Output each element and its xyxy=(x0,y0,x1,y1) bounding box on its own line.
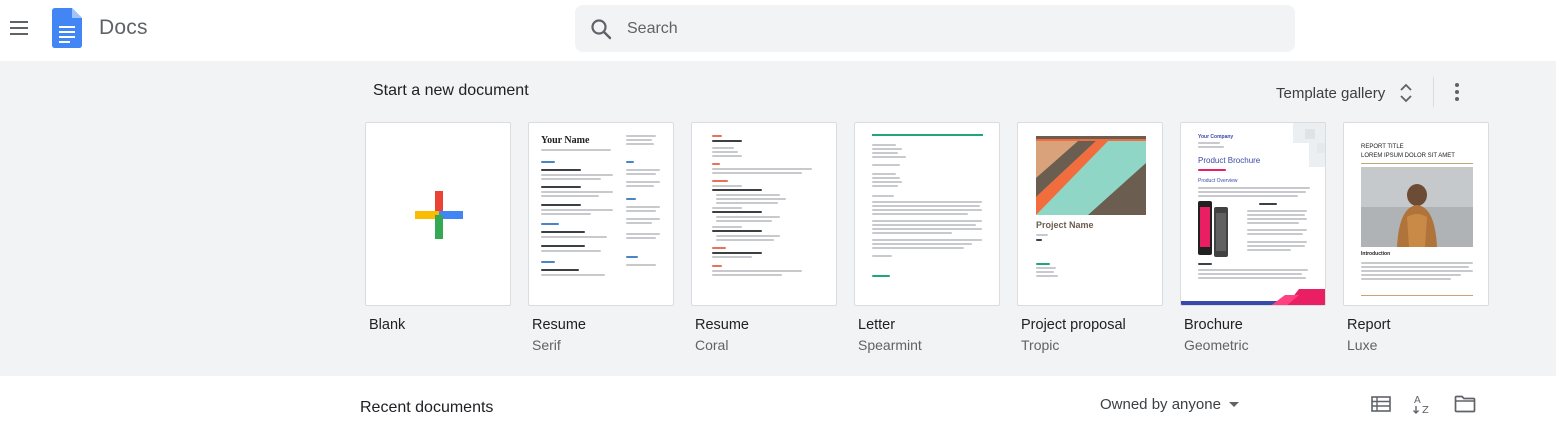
template-card-blank[interactable]: Blank xyxy=(365,122,511,337)
owner-filter-dropdown[interactable]: Owned by anyone xyxy=(1094,392,1245,416)
search-bar[interactable] xyxy=(575,5,1295,52)
app-title[interactable]: Docs xyxy=(99,16,148,40)
template-thumbnail[interactable]: Your Company Product Brochure Product Ov… xyxy=(1180,122,1326,306)
folder-icon xyxy=(1454,395,1476,413)
template-subtitle: Luxe xyxy=(1347,337,1378,353)
brochure-overview: Product Overview xyxy=(1198,178,1238,184)
template-thumbnail[interactable] xyxy=(854,122,1000,306)
template-name: Resume xyxy=(695,317,749,333)
template-card-project-proposal[interactable]: Project Name Project proposal Tropic xyxy=(1017,122,1163,353)
section-title: Start a new document xyxy=(373,82,529,99)
app-header: Docs xyxy=(0,0,1556,61)
template-card-letter[interactable]: Letter Spearmint xyxy=(854,122,1000,353)
more-vert-icon xyxy=(1455,83,1459,101)
template-name: Project proposal xyxy=(1021,317,1126,333)
template-thumbnail[interactable]: Project Name xyxy=(1017,122,1163,306)
search-icon[interactable] xyxy=(589,17,613,41)
template-card-resume-coral[interactable]: Resume Coral xyxy=(691,122,837,353)
folder-picker-button[interactable] xyxy=(1453,392,1477,416)
tropic-art-icon xyxy=(1036,136,1146,215)
template-card-resume-serif[interactable]: Your Name Resume Serif xyxy=(528,122,674,353)
template-name: Brochure xyxy=(1184,317,1243,333)
sort-button[interactable]: A Z xyxy=(1411,392,1435,416)
resume-heading: Your Name xyxy=(541,135,590,146)
template-thumbnail[interactable] xyxy=(691,122,837,306)
accent-line xyxy=(1361,163,1473,164)
recent-documents-title: Recent documents xyxy=(360,399,494,416)
sort-az-icon: A Z xyxy=(1413,395,1429,415)
template-subtitle: Serif xyxy=(532,337,561,353)
template-card-report[interactable]: REPORT TITLE LOREM IPSUM DOLOR SIT AMET … xyxy=(1343,122,1489,353)
template-name: Blank xyxy=(369,317,406,333)
search-input[interactable] xyxy=(627,5,1267,52)
accent-line xyxy=(872,134,983,136)
main-menu-button[interactable] xyxy=(6,14,32,42)
report-heading: REPORT TITLE xyxy=(1361,144,1404,150)
plus-icon xyxy=(415,191,463,239)
template-name: Letter xyxy=(858,317,896,333)
svg-text:Z: Z xyxy=(1422,405,1429,415)
caret-down-icon xyxy=(1228,401,1239,407)
menu-icon xyxy=(10,21,28,35)
template-name: Report xyxy=(1347,317,1391,333)
report-photo-icon xyxy=(1361,167,1473,247)
more-options-button[interactable] xyxy=(1444,77,1470,107)
svg-text:A: A xyxy=(1414,395,1421,406)
list-view-icon xyxy=(1371,396,1391,412)
template-subtitle: Coral xyxy=(695,337,729,353)
template-band: Start a new document Template gallery Bl… xyxy=(0,61,1556,376)
report-subheading: LOREM IPSUM DOLOR SIT AMET xyxy=(1361,153,1455,159)
brochure-heading: Product Brochure xyxy=(1198,156,1261,165)
divider xyxy=(1433,77,1434,107)
template-subtitle: Spearmint xyxy=(858,337,922,353)
template-gallery-button[interactable]: Template gallery xyxy=(1268,78,1426,108)
owner-filter-label: Owned by anyone xyxy=(1100,395,1221,413)
template-thumbnail[interactable]: REPORT TITLE LOREM IPSUM DOLOR SIT AMET … xyxy=(1343,122,1489,306)
report-intro: Introduction xyxy=(1361,251,1391,257)
proposal-heading: Project Name xyxy=(1036,220,1094,230)
template-subtitle: Geometric xyxy=(1184,337,1249,353)
template-subtitle: Tropic xyxy=(1021,337,1060,353)
template-name: Resume xyxy=(532,317,586,333)
docs-logo-icon[interactable] xyxy=(52,8,82,48)
unfold-icon xyxy=(1400,83,1412,103)
template-card-brochure[interactable]: Your Company Product Brochure Product Ov… xyxy=(1180,122,1326,353)
template-gallery-label: Template gallery xyxy=(1276,84,1386,102)
accent-line xyxy=(1361,295,1473,296)
list-view-button[interactable] xyxy=(1369,392,1393,416)
template-thumbnail[interactable] xyxy=(365,122,511,306)
brochure-company: Your Company xyxy=(1198,134,1234,140)
template-thumbnail[interactable]: Your Name xyxy=(528,122,674,306)
